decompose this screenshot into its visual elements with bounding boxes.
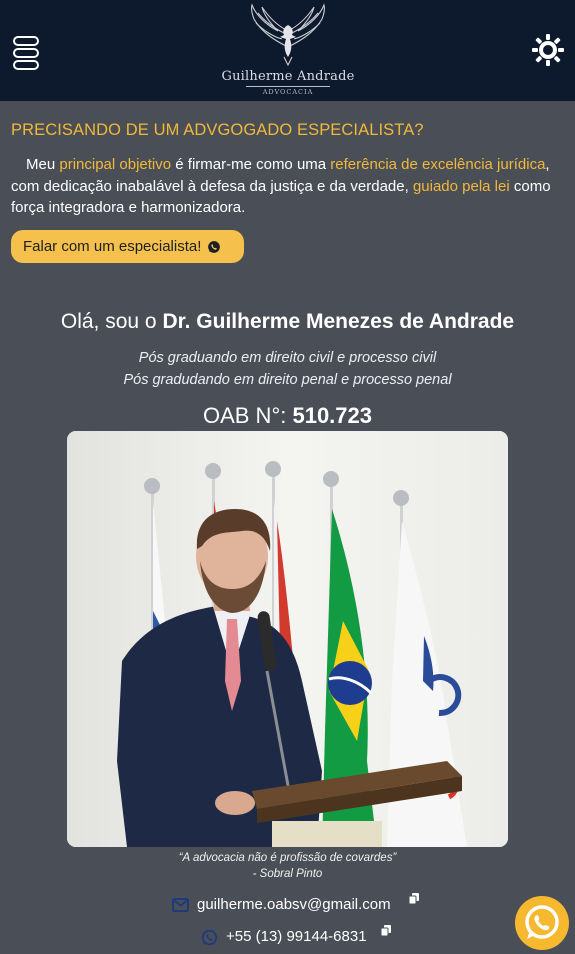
quote-text: “A advocacia não é profissão de covardes… <box>178 852 397 864</box>
oab-value: 510.723 <box>292 403 372 428</box>
phone-link[interactable]: +55 (13) 99144-6831 <box>226 928 367 945</box>
email-contact: guilherme.oabsv@gmail.com <box>0 892 575 916</box>
copy-icon[interactable] <box>408 892 420 905</box>
oab-number: OAB N°: 510.723 <box>0 403 575 429</box>
intro-highlight: referência de excelência jurídica <box>330 156 546 173</box>
logo-divider <box>246 86 330 87</box>
greeting-heading: Olá, sou o Dr. Guilherme Menezes de Andr… <box>0 310 575 334</box>
intro-text: Meu principal objetivo é firmar-me como … <box>11 154 559 219</box>
lawyer-name: Dr. Guilherme Menezes de Andrade <box>162 310 515 333</box>
intro-text-part: Meu <box>26 156 60 173</box>
site-header: Guilherme Andrade ADVOCACIA <box>0 0 575 101</box>
intro-title: PRECISANDO DE UM ADVGOGADO ESPECIALISTA? <box>11 121 424 139</box>
sun-icon[interactable] <box>531 33 565 67</box>
lawyer-photo <box>67 431 508 847</box>
logo-name: Guilherme Andrade <box>221 69 355 84</box>
oab-label: OAB N°: <box>202 403 293 428</box>
intro-highlight: principal objetivo <box>59 156 172 173</box>
greeting-prefix: Olá, sou o <box>60 310 163 333</box>
intro-text-part: é firmar-me como uma <box>171 156 331 173</box>
intro-highlight: guiado pela lei <box>412 177 510 195</box>
eagle-logo-icon <box>251 3 325 67</box>
quote: “A advocacia não é profissão de covardes… <box>0 850 575 882</box>
whatsapp-icon <box>525 905 559 939</box>
email-link[interactable]: guilherme.oabsv@gmail.com <box>197 896 391 913</box>
cta-label: Falar com um especialista! <box>23 238 202 255</box>
talk-to-specialist-button[interactable]: Falar com um especialista! <box>11 230 244 263</box>
logo[interactable]: Guilherme Andrade ADVOCACIA <box>218 3 358 99</box>
credential-line: Pós graduando em direito civil e process… <box>138 350 437 366</box>
phone-contact: +55 (13) 99144-6831 <box>0 924 575 948</box>
whatsapp-icon <box>208 240 221 253</box>
credential-line: Pós gradudando em direito penal e proces… <box>123 372 452 388</box>
mail-icon <box>172 898 189 912</box>
whatsapp-float-button[interactable] <box>515 896 569 950</box>
whatsapp-icon <box>201 929 218 946</box>
quote-author: - Sobral Pinto <box>252 868 323 880</box>
logo-subtitle: ADVOCACIA <box>262 88 314 96</box>
copy-icon[interactable] <box>380 924 392 937</box>
menu-icon[interactable] <box>13 36 39 70</box>
